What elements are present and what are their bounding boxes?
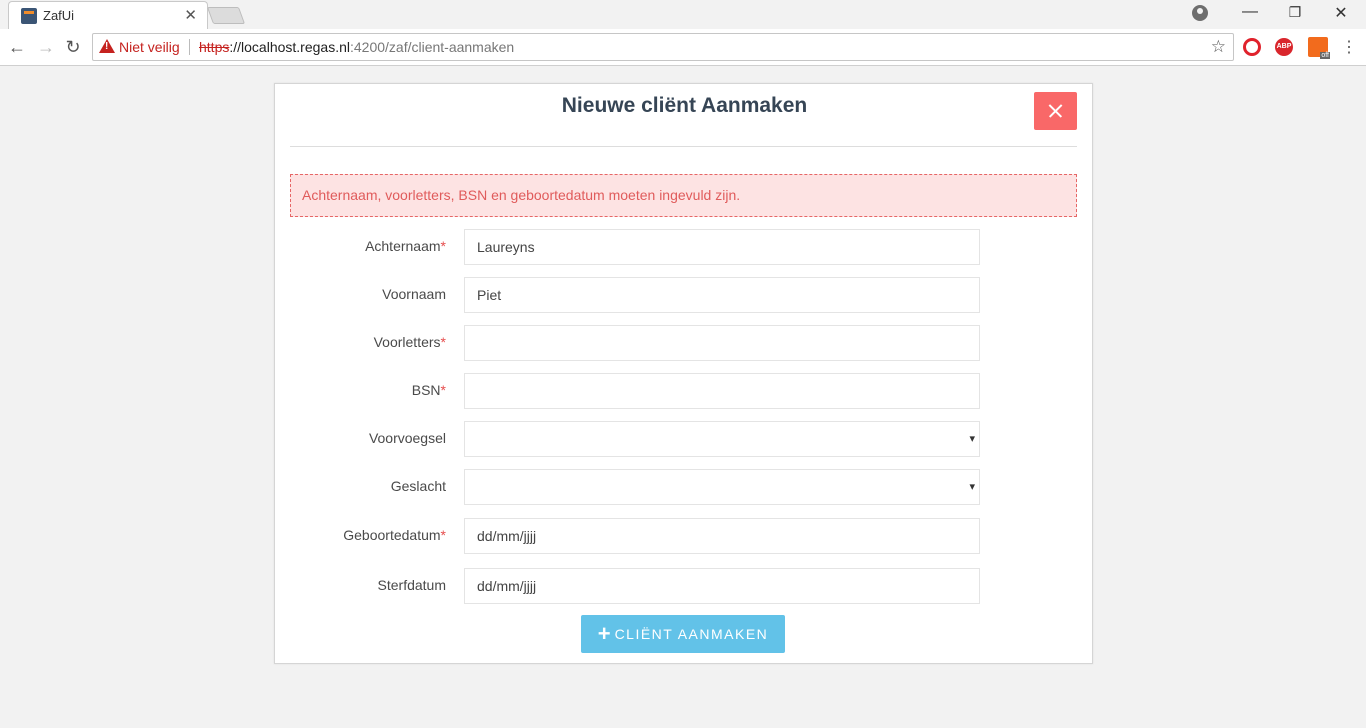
url-path: :4200/zaf/client-aanmaken [349,39,515,55]
achternaam-row: Achternaam* Laureyns [275,229,1094,265]
required-mark: * [440,334,446,350]
url-scheme: https [199,39,230,55]
geboortedatum-label: Geboortedatum* [275,527,446,543]
address-bar[interactable]: Niet veilig https://localhost.regas.nl:4… [92,33,1234,61]
geboortedatum-row: Geboortedatum* dd/mm/jjjj [275,518,1094,554]
geboortedatum-input[interactable]: dd/mm/jjjj [464,518,980,554]
new-tab-button[interactable] [206,7,246,24]
geboortedatum-label-text: Geboortedatum [343,527,441,543]
plus-icon: + [597,621,611,646]
voorletters-row: Voorletters* [275,325,1094,361]
browser-menu-icon[interactable]: ⋮ [1341,37,1357,57]
sterfdatum-input[interactable]: dd/mm/jjjj [464,568,980,604]
omnibox-divider [189,39,190,55]
url-host: ://localhost.regas.nl [229,39,350,55]
bsn-label-text: BSN [411,382,441,398]
geslacht-select[interactable] [464,469,980,505]
minimize-icon[interactable]: — [1235,3,1265,21]
create-client-button[interactable]: + Cliënt aanmaken [581,615,785,653]
browser-toolbar: ← → ↻ Niet veilig https://localhost.rega… [0,29,1366,66]
adblock-extension-icon[interactable]: ABP [1275,38,1293,56]
tab-title: ZafUi [43,8,75,23]
forward-icon[interactable]: → [35,37,57,57]
geslacht-label: Geslacht [390,478,446,494]
bookmark-star-icon[interactable]: ☆ [1211,37,1226,57]
tab-close-icon[interactable]: ✕ [184,6,197,24]
sterfdatum-label: Sterfdatum [377,577,446,593]
create-client-label: Cliënt aanmaken [614,626,769,642]
opera-extension-icon[interactable] [1243,38,1261,56]
bsn-input[interactable] [464,373,980,409]
voorletters-label-text: Voorletters [373,334,441,350]
browser-tab[interactable]: ZafUi ✕ [8,1,208,30]
required-mark: * [440,238,446,254]
browser-tabstrip: ZafUi ✕ — ❐ ✕ [0,0,1366,30]
title-divider [290,146,1077,147]
reload-icon[interactable]: ↻ [62,37,84,57]
sterfdatum-row: Sterfdatum dd/mm/jjjj [275,568,1094,604]
window-close-icon[interactable]: ✕ [1326,3,1356,23]
voorvoegsel-label: Voorvoegsel [368,430,446,446]
achternaam-label-text: Achternaam [365,238,441,254]
validation-alert: Achternaam, voorletters, BSN en geboorte… [290,174,1077,217]
new-client-modal: Nieuwe cliënt Aanmaken Achternaam, voorl… [274,83,1093,664]
voorletters-label: Voorletters* [275,334,446,350]
geslacht-row: Geslacht [275,469,1094,505]
zafui-favicon-icon [21,8,37,27]
voornaam-input[interactable]: Piet [464,277,980,313]
voorvoegsel-select[interactable] [464,421,980,457]
voorvoegsel-row: Voorvoegsel [275,421,1094,457]
bsn-row: BSN* [275,373,1094,409]
warning-icon [99,39,115,53]
voorletters-input[interactable] [464,325,980,361]
url-text[interactable]: https://localhost.regas.nl:4200/zaf/clie… [199,39,514,55]
back-icon[interactable]: ← [6,37,28,57]
achternaam-input[interactable]: Laureyns [464,229,980,265]
modal-title: Nieuwe cliënt Aanmaken [561,94,808,117]
required-mark: * [440,382,446,398]
achternaam-label: Achternaam* [275,238,446,254]
required-mark: * [440,527,446,543]
restore-icon[interactable]: ❐ [1280,4,1310,21]
off-badge: off [1320,52,1330,59]
profile-icon[interactable] [1192,5,1208,21]
modal-close-button[interactable] [1034,92,1077,130]
security-label[interactable]: Niet veilig [119,39,180,55]
voornaam-row: Voornaam Piet [275,277,1094,313]
bsn-label: BSN* [275,382,446,398]
voornaam-label: Voornaam [382,286,446,302]
off-extension-icon[interactable]: off [1308,37,1330,59]
